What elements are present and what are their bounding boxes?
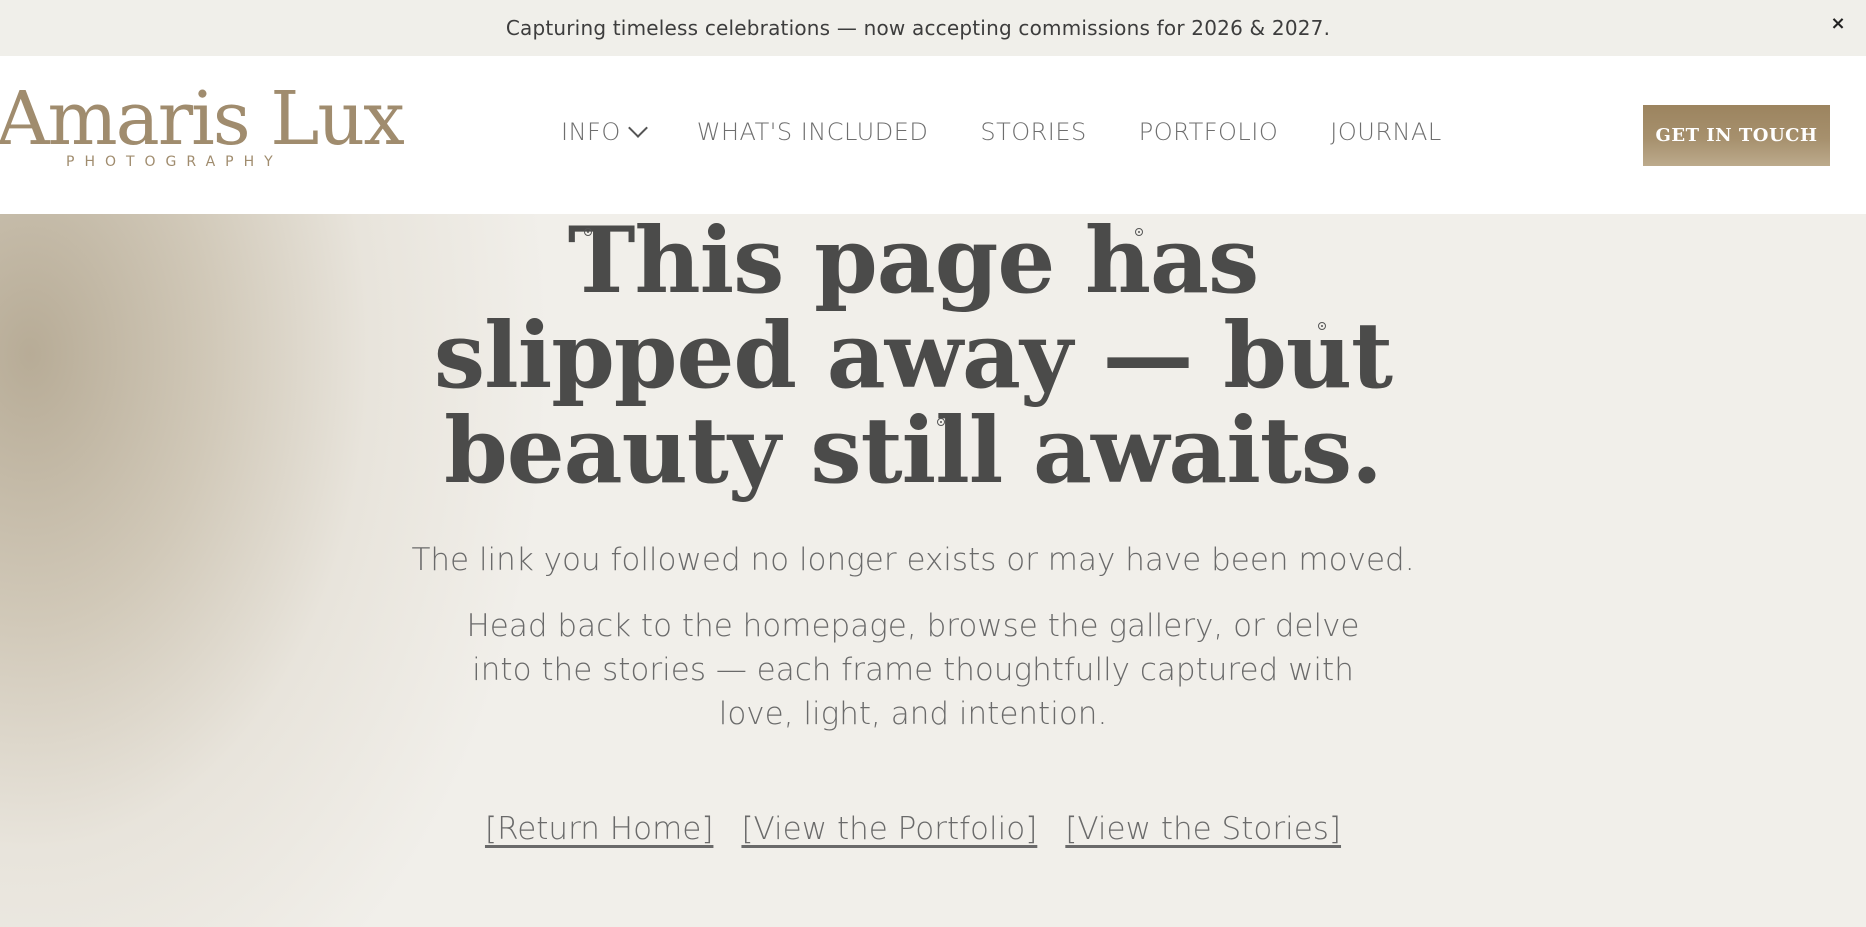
nav-item-info[interactable]: INFO — [561, 118, 648, 146]
close-icon[interactable]: × — [1826, 12, 1850, 36]
announcement-bar: Capturing timeless celebrations — now ac… — [0, 0, 1866, 56]
nav-item-stories[interactable]: STORIES — [980, 118, 1086, 146]
decorative-dot-icon — [1318, 322, 1326, 330]
view-portfolio-link[interactable]: [View the Portfolio] — [741, 811, 1037, 847]
get-in-touch-button[interactable]: GET IN TOUCH — [1643, 105, 1830, 166]
error-message: The link you followed no longer exists o… — [411, 542, 1415, 578]
site-header: Amaris Lux PHOTOGRAPHY INFO WHAT'S INCLU… — [0, 56, 1866, 214]
logo-wordmark: Amaris Lux — [0, 76, 405, 162]
chevron-down-icon — [627, 118, 648, 138]
error-description: Head back to the homepage, browse the ga… — [466, 608, 1360, 732]
nav-item-label: WHAT'S INCLUDED — [696, 118, 929, 146]
logo[interactable]: Amaris Lux PHOTOGRAPHY — [0, 82, 405, 176]
return-home-link[interactable]: [Return Home] — [485, 811, 713, 847]
page-title: This page has slipped away — but beauty … — [433, 214, 1393, 504]
decorative-dot-icon — [937, 418, 945, 426]
logo-tagline: PHOTOGRAPHY — [66, 154, 283, 170]
view-stories-link[interactable]: [View the Stories] — [1065, 811, 1341, 847]
recovery-links: [Return Home] [View the Portfolio] [View… — [0, 811, 1826, 847]
nav-item-label: PORTFOLIO — [1138, 118, 1279, 146]
error-hero: This page has slipped away — but beauty … — [0, 214, 1866, 927]
main-nav: INFO WHAT'S INCLUDED STORIES PORTFOLIO J… — [561, 118, 1442, 146]
nav-item-label: INFO — [561, 118, 621, 146]
nav-item-label: JOURNAL — [1330, 118, 1442, 146]
nav-item-whats-included[interactable]: WHAT'S INCLUDED — [697, 118, 929, 146]
announcement-text: Capturing timeless celebrations — now ac… — [505, 16, 1331, 40]
decorative-dot-icon — [1135, 228, 1143, 236]
nav-item-portfolio[interactable]: PORTFOLIO — [1139, 118, 1279, 146]
decorative-dot-icon — [584, 228, 592, 236]
nav-item-label: STORIES — [980, 118, 1087, 146]
nav-item-journal[interactable]: JOURNAL — [1330, 118, 1441, 146]
